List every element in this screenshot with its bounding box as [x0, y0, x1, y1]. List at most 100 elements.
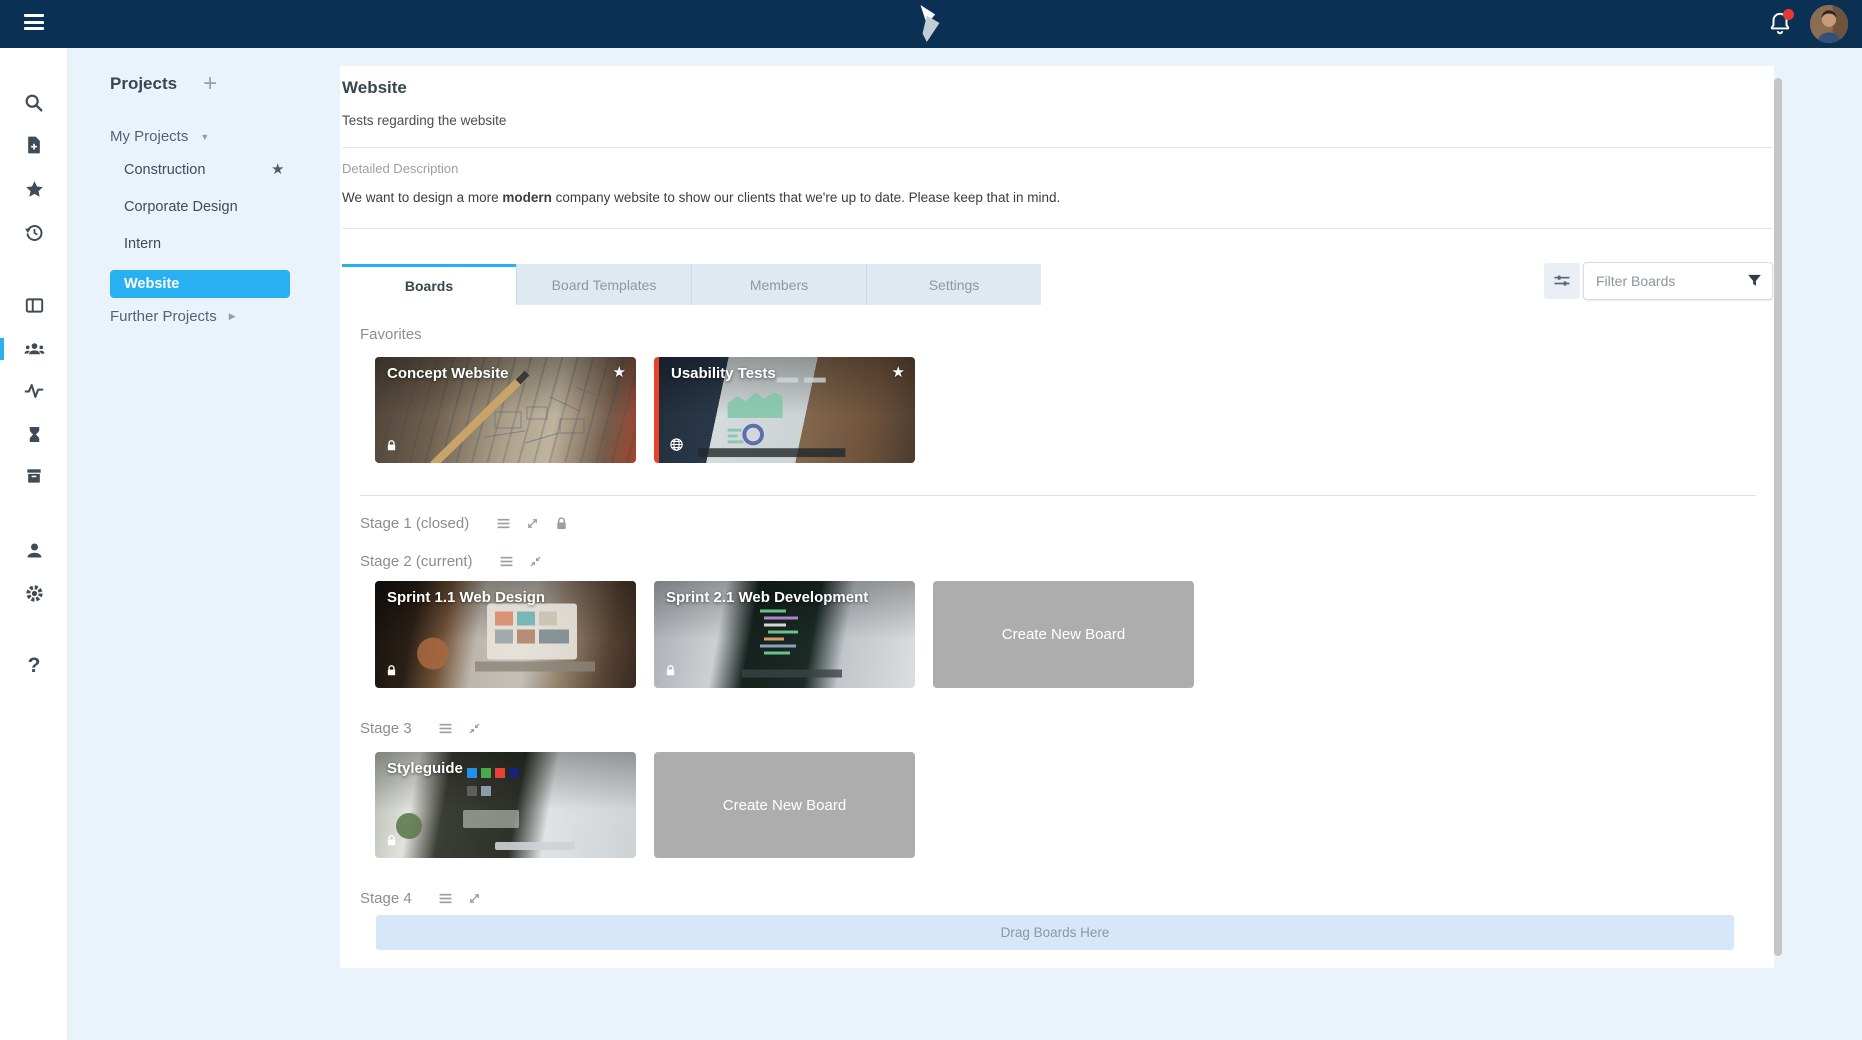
- lock-icon: [664, 663, 677, 680]
- tab-settings[interactable]: Settings: [866, 264, 1041, 305]
- time-tracking-button[interactable]: [0, 420, 68, 448]
- person-icon: [24, 540, 45, 561]
- board-card-sprint-2-1-web-development[interactable]: Sprint 2.1 Web Development: [654, 581, 915, 688]
- page-body: ? Projects + My Projects ▼ Construction …: [0, 48, 1862, 1040]
- help-button[interactable]: ?: [0, 652, 68, 680]
- stage-4-row: Stage 4: [360, 888, 485, 908]
- board-star-icon[interactable]: ★: [613, 363, 626, 381]
- board-card-concept-website[interactable]: Concept Website ★: [375, 357, 636, 463]
- sidebar-item-website-selected[interactable]: Website: [110, 270, 290, 298]
- collapse-icon: [528, 554, 543, 569]
- projects-panel-title: Projects: [110, 74, 177, 94]
- stage-lock-button[interactable]: [551, 513, 571, 533]
- activity-button[interactable]: [0, 377, 68, 405]
- stage-label: Stage 4: [360, 890, 412, 907]
- tune-icon: [1552, 271, 1572, 291]
- description-label: Detailed Description: [342, 161, 458, 176]
- stage-menu-button[interactable]: [497, 551, 517, 571]
- settings-button[interactable]: [0, 579, 68, 607]
- divider: [342, 147, 1772, 148]
- create-new-board-button[interactable]: Create New Board: [933, 581, 1194, 688]
- page-title: Website: [342, 78, 407, 98]
- stage-menu-button[interactable]: [493, 513, 513, 533]
- divider: [342, 228, 1772, 229]
- project-detail-card: Website Tests regarding the website Deta…: [340, 66, 1774, 968]
- app-root: ? Projects + My Projects ▼ Construction …: [0, 0, 1862, 1040]
- stage-label: Stage 3: [360, 720, 412, 737]
- boards-view-button[interactable]: [0, 291, 68, 319]
- topbar: [0, 0, 1862, 48]
- icon-rail: ?: [0, 48, 68, 1040]
- filter-funnel-icon: [1746, 272, 1763, 289]
- tab-members[interactable]: Members: [691, 264, 866, 305]
- sidebar-item-intern[interactable]: Intern: [124, 236, 161, 252]
- lock-icon: [385, 833, 398, 850]
- board-star-icon[interactable]: ★: [892, 363, 905, 381]
- board-card-styleguide[interactable]: Styleguide: [375, 752, 636, 858]
- drag-boards-dropzone[interactable]: Drag Boards Here: [376, 915, 1734, 950]
- globe-icon: [669, 437, 684, 455]
- board-card-sprint-1-1-web-design[interactable]: Sprint 1.1 Web Design: [375, 581, 636, 688]
- app-logo: [915, 5, 947, 48]
- stage-2-row: Stage 2 (current): [360, 551, 546, 571]
- filter-boards-field: [1583, 262, 1773, 300]
- notifications-button[interactable]: [1764, 8, 1796, 40]
- stage-1-row: Stage 1 (closed): [360, 513, 571, 533]
- groups-icon: [23, 337, 46, 360]
- favorites-button[interactable]: [0, 175, 68, 203]
- note-add-icon: [24, 135, 44, 155]
- chevron-right-icon: ▶: [229, 311, 236, 322]
- filter-boards-input[interactable]: [1583, 262, 1773, 300]
- board-card-usability-tests[interactable]: Usability Tests ★: [654, 357, 915, 463]
- projects-sidebar: Projects + My Projects ▼ Construction ★ …: [68, 48, 340, 1040]
- lock-icon: [554, 515, 569, 531]
- sidebar-item-construction[interactable]: Construction: [124, 162, 205, 178]
- stage-menu-button[interactable]: [436, 718, 456, 738]
- user-avatar[interactable]: [1810, 5, 1848, 43]
- stage-collapse-button[interactable]: [465, 718, 485, 738]
- main-area: Website Tests regarding the website Deta…: [340, 48, 1862, 1040]
- vertical-scrollbar[interactable]: [1774, 78, 1782, 956]
- project-group-my-projects[interactable]: My Projects ▼: [110, 128, 209, 145]
- expand-icon: [525, 516, 540, 531]
- stage-expand-button[interactable]: [522, 513, 542, 533]
- list-icon: [498, 553, 515, 570]
- topbar-actions: [1764, 0, 1848, 48]
- archive-icon: [24, 466, 44, 486]
- project-star-icon[interactable]: ★: [271, 160, 284, 178]
- hourglass-icon: [25, 425, 44, 444]
- project-group-further-projects[interactable]: Further Projects ▶: [110, 308, 236, 325]
- ribbon-logo-icon: [915, 5, 947, 43]
- view-columns-icon: [24, 295, 45, 316]
- stage-menu-button[interactable]: [436, 888, 456, 908]
- search-button[interactable]: [0, 89, 68, 117]
- create-new-board-button[interactable]: Create New Board: [654, 752, 915, 858]
- stage-collapse-button[interactable]: [526, 551, 546, 571]
- members-rail-button[interactable]: [0, 334, 68, 362]
- list-icon: [437, 890, 454, 907]
- list-icon: [437, 720, 454, 737]
- new-document-button[interactable]: [0, 131, 68, 159]
- collapse-icon: [467, 721, 482, 736]
- archive-button[interactable]: [0, 462, 68, 490]
- tab-boards[interactable]: Boards: [342, 264, 516, 305]
- gear-icon: [24, 583, 45, 604]
- stage-expand-button[interactable]: [465, 888, 485, 908]
- chevron-down-icon: ▼: [200, 132, 209, 142]
- description-text: We want to design a more modern company …: [342, 190, 1060, 205]
- user-photo: [1810, 5, 1848, 43]
- profile-button[interactable]: [0, 536, 68, 564]
- search-icon: [23, 92, 45, 114]
- history-button[interactable]: [0, 218, 68, 246]
- hamburger-menu-button[interactable]: [24, 14, 46, 34]
- view-options-button[interactable]: [1544, 263, 1580, 299]
- pulse-icon: [23, 380, 45, 402]
- section-label-favorites: Favorites: [360, 326, 422, 343]
- add-project-button[interactable]: +: [203, 74, 217, 94]
- tab-board-templates[interactable]: Board Templates: [516, 264, 691, 305]
- list-icon: [495, 515, 512, 532]
- sidebar-item-corporate-design[interactable]: Corporate Design: [124, 199, 238, 215]
- tab-bar: Boards Board Templates Members Settings: [342, 264, 1041, 305]
- notification-badge: [1783, 9, 1794, 20]
- divider: [360, 495, 1756, 496]
